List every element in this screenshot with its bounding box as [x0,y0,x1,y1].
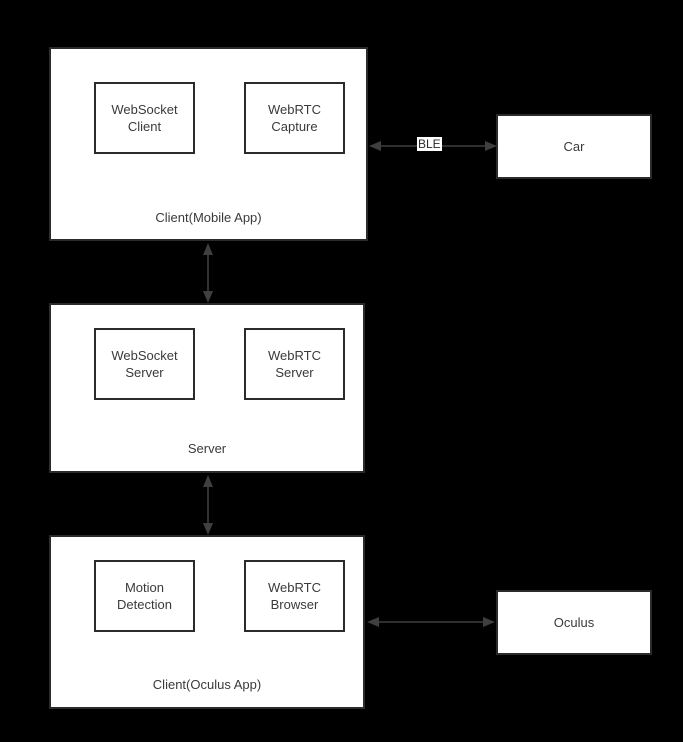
module-webrtc-browser-label: WebRTC Browser [268,580,321,612]
group-server-label: Server [187,441,227,456]
module-websocket-client-label: WebSocket Client [111,102,178,134]
connector-oculus-client-to-oculus [367,612,495,632]
module-webrtc-server-label: WebRTC Server [268,348,321,380]
endpoint-oculus: Oculus [496,590,652,655]
group-client-mobile: WebSocket Client WebRTC Capture Client(M… [49,47,368,241]
module-websocket-server: WebSocket Server [94,328,195,400]
group-client-oculus: Motion Detection WebRTC Browser Client(O… [49,535,365,709]
group-client-oculus-label: Client(Oculus App) [152,677,262,692]
endpoint-car-label: Car [563,139,585,154]
connector-server-to-oculus-client [198,475,218,535]
group-client-mobile-label: Client(Mobile App) [155,210,262,225]
endpoint-oculus-label: Oculus [553,615,595,630]
module-motion-detection-label: Motion Detection [117,580,172,612]
module-webrtc-browser: WebRTC Browser [244,560,345,632]
module-webrtc-capture-label: WebRTC Capture [268,102,321,134]
group-server: WebSocket Server WebRTC Server Server [49,303,365,473]
module-webrtc-server: WebRTC Server [244,328,345,400]
module-webrtc-capture: WebRTC Capture [244,82,345,154]
module-motion-detection: Motion Detection [94,560,195,632]
diagram-canvas: WebSocket Client WebRTC Capture Client(M… [0,0,683,742]
module-websocket-client: WebSocket Client [94,82,195,154]
module-websocket-server-label: WebSocket Server [111,348,178,380]
connector-mobile-to-car-label: BLE [417,137,442,151]
endpoint-car: Car [496,114,652,179]
connector-mobile-to-server [198,243,218,303]
